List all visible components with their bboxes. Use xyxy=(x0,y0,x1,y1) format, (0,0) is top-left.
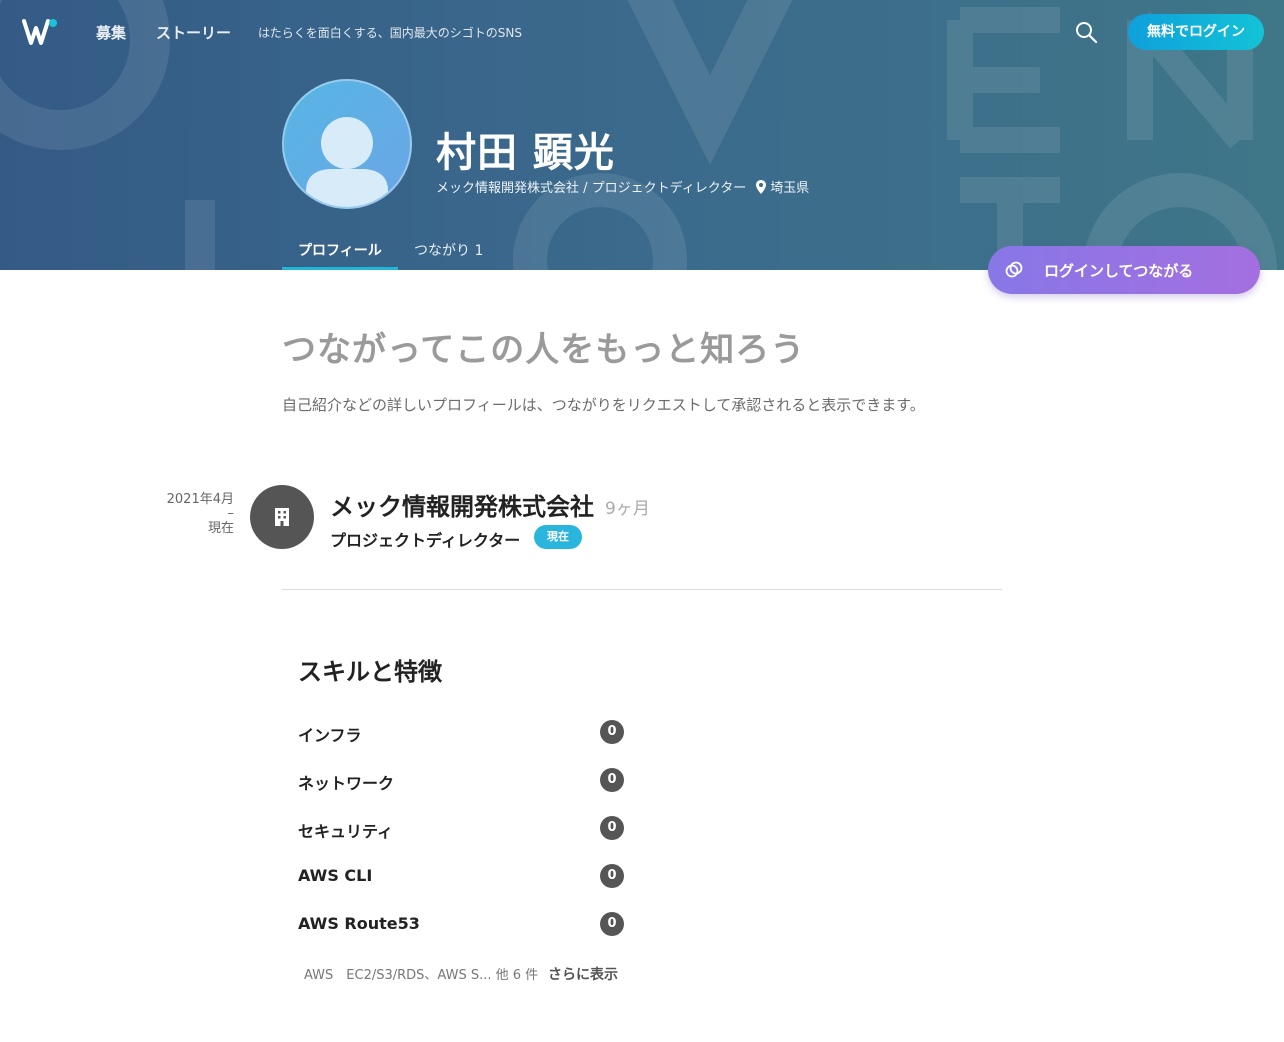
skill-endorse-count: 0 xyxy=(600,816,624,840)
skill-endorse-count: 0 xyxy=(600,912,624,936)
nav-link-stories[interactable]: ストーリー xyxy=(156,22,231,43)
tab-connections[interactable]: つながり 1 xyxy=(414,240,483,260)
skill-name: AWS CLI xyxy=(298,866,373,885)
tab-profile[interactable]: プロフィール xyxy=(298,240,382,260)
profile-name: 村田 顕光 xyxy=(436,130,615,176)
skill-endorse-count: 0 xyxy=(600,768,624,792)
connect-button-label: ログインしてつながる xyxy=(1044,262,1194,280)
experience-company[interactable]: メック情報開発株式会社 xyxy=(330,487,594,522)
experience-dates: 2021年4月 – 現在 xyxy=(150,492,234,536)
skill-endorse-count: 0 xyxy=(600,720,624,744)
skill-name: ネットワーク xyxy=(298,774,395,793)
avatar xyxy=(282,79,412,209)
skill-item[interactable]: セキュリティ 0 xyxy=(298,816,624,841)
experience-duration: 9ヶ月 xyxy=(605,499,650,519)
skill-item[interactable]: AWS Route53 0 xyxy=(298,912,624,936)
experience-end: 現在 xyxy=(207,521,234,536)
search-icon[interactable] xyxy=(1072,18,1100,46)
skill-item[interactable]: ネットワーク 0 xyxy=(298,768,624,793)
experience-start: 2021年4月 xyxy=(166,492,234,507)
cta-title: つながってこの人をもっと知ろう xyxy=(282,330,806,370)
current-badge: 現在 xyxy=(534,525,582,549)
location-pin-icon xyxy=(756,179,767,194)
company-icon xyxy=(250,485,314,549)
more-skills-summary: AWS EC2/S3/RDS、AWS S... 他 6 件 xyxy=(304,968,539,983)
show-more-skills-link[interactable]: さらに表示 xyxy=(548,964,618,984)
experience-date-dash: – xyxy=(227,506,235,521)
skill-item[interactable]: インフラ 0 xyxy=(298,720,624,745)
profile-location: 埼玉県 xyxy=(770,181,810,196)
connect-button[interactable]: ログインしてつながる xyxy=(988,246,1260,294)
skill-endorse-count: 0 xyxy=(600,864,624,888)
top-nav: 募集 ストーリー はたらくを面白くする、国内最大のシゴトのSNS 無料でログイン xyxy=(0,0,1284,64)
wantedly-logo[interactable] xyxy=(22,18,58,46)
link-icon xyxy=(1005,261,1023,278)
default-user-icon xyxy=(306,117,388,207)
site-tagline: はたらくを面白くする、国内最大のシゴトのSNS xyxy=(258,26,522,40)
experience-role: プロジェクトディレクター xyxy=(330,531,521,550)
skills-title: スキルと特徴 xyxy=(298,658,442,686)
skill-name: AWS Route53 xyxy=(298,914,420,933)
profile-company-role: メック情報開発株式会社 / プロジェクトディレクター xyxy=(436,181,747,196)
building-icon xyxy=(275,508,289,526)
section-divider xyxy=(282,589,1002,590)
login-button[interactable]: 無料でログイン xyxy=(1128,14,1264,50)
skill-name: セキュリティ xyxy=(298,822,394,841)
profile-meta: メック情報開発株式会社 / プロジェクトディレクター 埼玉県 xyxy=(436,177,809,196)
nav-link-jobs[interactable]: 募集 xyxy=(96,22,126,43)
cta-description: 自己紹介などの詳しいプロフィールは、つながりをリクエストして承認されると表示でき… xyxy=(282,396,925,414)
skill-item[interactable]: AWS CLI 0 xyxy=(298,864,624,888)
profile-header: 募集 ストーリー はたらくを面白くする、国内最大のシゴトのSNS 無料でログイン… xyxy=(0,0,1284,270)
active-tab-indicator xyxy=(282,267,398,270)
skill-name: インフラ xyxy=(298,726,362,745)
